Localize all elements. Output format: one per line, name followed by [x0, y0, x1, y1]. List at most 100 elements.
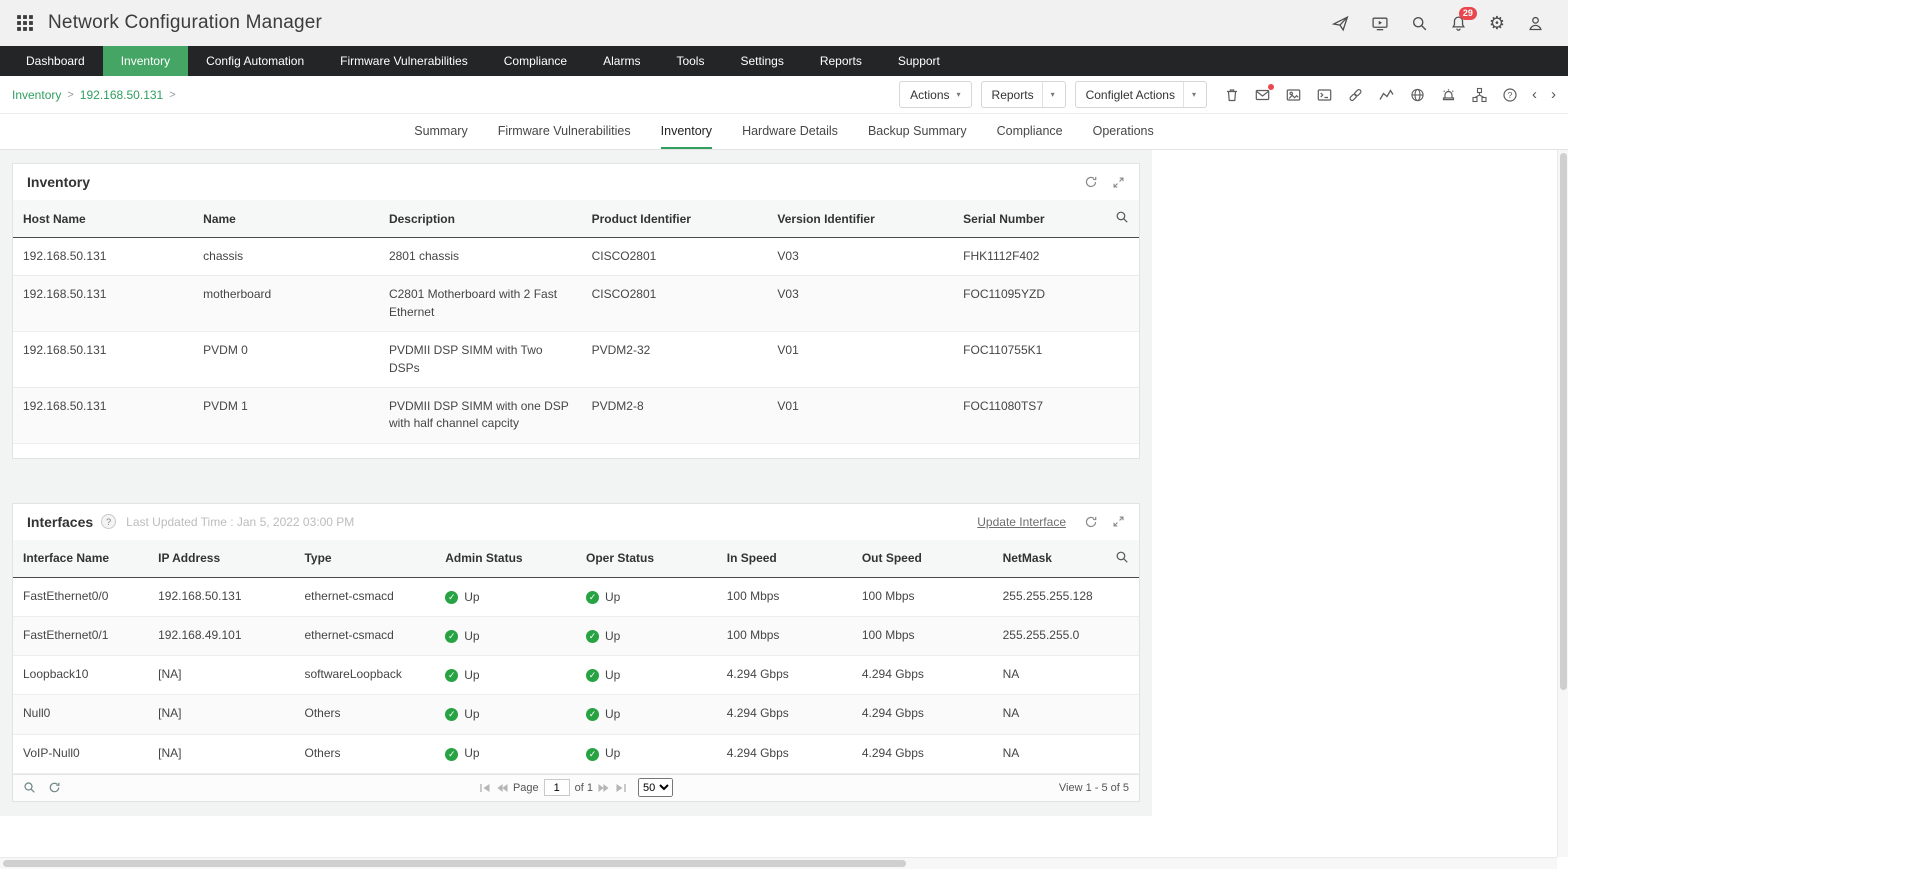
table-row[interactable]: 192.168.50.131 PVDM 1 PVDMII DSP SIMM wi… — [13, 387, 1139, 443]
admin-status-badge: ✓Up — [445, 667, 479, 684]
col-out-speed[interactable]: Out Speed — [852, 540, 993, 578]
table-row[interactable]: FastEthernet0/0 192.168.50.131 ethernet-… — [13, 577, 1139, 616]
configlet-actions-dropdown-button[interactable]: Configlet Actions▾ — [1075, 81, 1207, 108]
subtab-firmware-vulnerabilities[interactable]: Firmware Vulnerabilities — [498, 114, 631, 149]
trash-icon[interactable] — [1224, 87, 1240, 103]
page-number-input[interactable] — [544, 779, 570, 796]
interfaces-help-icon[interactable]: ? — [101, 514, 116, 529]
app-title: Network Configuration Manager — [48, 12, 322, 34]
nav-tab-reports[interactable]: Reports — [802, 46, 880, 76]
nav-tab-support[interactable]: Support — [880, 46, 958, 76]
col-description[interactable]: Description — [379, 200, 582, 238]
table-row[interactable]: 192.168.50.131 chassis 2801 chassis CISC… — [13, 238, 1139, 276]
topology-icon[interactable] — [1471, 87, 1488, 103]
col-version-identifier[interactable]: Version Identifier — [767, 200, 953, 238]
pager-last-icon[interactable] — [615, 782, 627, 794]
nav-tab-config-automation[interactable]: Config Automation — [188, 46, 322, 76]
chevron-down-icon: ▾ — [1042, 82, 1055, 107]
table-row[interactable]: Null0 [NA] Others ✓Up ✓Up 4.294 Gbps 4.2… — [13, 695, 1139, 734]
table-search-icon[interactable] — [23, 781, 36, 794]
alert-icon[interactable] — [1440, 87, 1457, 103]
notifications-bell-icon[interactable]: 29 — [1450, 15, 1467, 32]
video-tour-icon[interactable] — [1371, 15, 1389, 32]
table-row[interactable]: 192.168.50.131 PVDM 0 PVDMII DSP SIMM wi… — [13, 332, 1139, 388]
subtab-backup-summary[interactable]: Backup Summary — [868, 114, 967, 149]
actions-dropdown-button[interactable]: Actions▾ — [899, 81, 971, 108]
link-icon[interactable] — [1347, 87, 1364, 103]
nav-tab-settings[interactable]: Settings — [722, 46, 801, 76]
col-interface-name[interactable]: Interface Name — [13, 540, 148, 578]
col-in-speed[interactable]: In Speed — [717, 540, 852, 578]
pager-prev-icon[interactable] — [496, 782, 508, 794]
help-icon[interactable]: ? — [1502, 87, 1518, 103]
col-ip-address[interactable]: IP Address — [148, 540, 294, 578]
update-interface-link[interactable]: Update Interface — [977, 515, 1066, 529]
table-row[interactable]: Loopback10 [NA] softwareLoopback ✓Up ✓Up… — [13, 656, 1139, 695]
terminal-icon[interactable] — [1316, 87, 1333, 103]
inventory-table-search-icon[interactable] — [1100, 200, 1139, 238]
subtab-summary[interactable]: Summary — [414, 114, 467, 149]
horizontal-scrollbar-thumb[interactable] — [3, 860, 906, 867]
expand-icon[interactable] — [1112, 176, 1125, 189]
subtab-compliance[interactable]: Compliance — [997, 114, 1063, 149]
mail-icon[interactable] — [1254, 87, 1271, 103]
expand-icon[interactable] — [1112, 515, 1125, 528]
col-netmask[interactable]: NetMask — [993, 540, 1100, 578]
nav-tab-tools[interactable]: Tools — [658, 46, 722, 76]
globe-icon[interactable] — [1409, 87, 1426, 103]
table-row[interactable]: FastEthernet0/1 192.168.49.101 ethernet-… — [13, 616, 1139, 655]
table-row[interactable]: 192.168.50.131 motherboard C2801 Motherb… — [13, 276, 1139, 332]
vertical-scrollbar[interactable] — [1557, 150, 1568, 857]
reports-dropdown-button[interactable]: Reports▾ — [981, 81, 1066, 108]
last-updated-text: Last Updated Time : Jan 5, 2022 03:00 PM — [126, 515, 354, 529]
breadcrumb-inventory-link[interactable]: Inventory — [12, 88, 61, 102]
inventory-header-row: Host Name Name Description Product Ident… — [13, 200, 1139, 238]
settings-gear-icon[interactable]: ⚙ — [1489, 14, 1505, 32]
breadcrumb-device-link[interactable]: 192.168.50.131 — [80, 88, 163, 102]
apps-grid-icon[interactable] — [16, 14, 34, 32]
col-serial-number[interactable]: Serial Number — [953, 200, 1099, 238]
pager-next-icon[interactable] — [598, 782, 610, 794]
vertical-scrollbar-thumb[interactable] — [1560, 153, 1567, 690]
oper-status-badge: ✓Up — [586, 589, 620, 606]
admin-status-badge: ✓Up — [445, 706, 479, 723]
refresh-icon[interactable] — [1084, 175, 1098, 189]
breadcrumb-separator: > — [67, 89, 73, 101]
chevron-right-icon[interactable]: › — [1551, 87, 1556, 102]
chart-icon[interactable] — [1378, 87, 1395, 103]
col-product-identifier[interactable]: Product Identifier — [582, 200, 768, 238]
status-up-icon: ✓ — [586, 708, 599, 721]
nav-tab-dashboard[interactable]: Dashboard — [8, 46, 103, 76]
subtab-hardware-details[interactable]: Hardware Details — [742, 114, 838, 149]
nav-tab-compliance[interactable]: Compliance — [486, 46, 585, 76]
chevron-down-icon: ▾ — [1183, 82, 1196, 107]
oper-status-badge: ✓Up — [586, 745, 620, 762]
horizontal-scrollbar[interactable] — [0, 857, 1557, 869]
col-admin-status[interactable]: Admin Status — [435, 540, 576, 578]
col-type[interactable]: Type — [294, 540, 435, 578]
subtab-inventory[interactable]: Inventory — [661, 114, 712, 149]
chevron-left-icon[interactable]: ‹ — [1532, 87, 1537, 102]
pager-first-icon[interactable] — [479, 782, 491, 794]
table-refresh-icon[interactable] — [48, 781, 61, 794]
status-up-icon: ✓ — [445, 708, 458, 721]
nav-tab-alarms[interactable]: Alarms — [585, 46, 658, 76]
paper-plane-icon[interactable] — [1332, 15, 1349, 32]
table-row[interactable]: VoIP-Null0 [NA] Others ✓Up ✓Up 4.294 Gbp… — [13, 734, 1139, 773]
col-host-name[interactable]: Host Name — [13, 200, 193, 238]
refresh-icon[interactable] — [1084, 515, 1098, 529]
nav-tab-inventory[interactable]: Inventory — [103, 46, 188, 76]
interfaces-card: Interfaces ? Last Updated Time : Jan 5, … — [12, 503, 1140, 802]
status-up-icon: ✓ — [445, 669, 458, 682]
subtab-operations[interactable]: Operations — [1093, 114, 1154, 149]
interfaces-table-search-icon[interactable] — [1100, 540, 1139, 578]
interfaces-card-header: Interfaces ? Last Updated Time : Jan 5, … — [13, 504, 1139, 540]
media-icon[interactable] — [1285, 87, 1302, 103]
user-avatar-icon[interactable] — [1527, 15, 1544, 32]
col-oper-status[interactable]: Oper Status — [576, 540, 717, 578]
nav-tab-firmware-vulnerabilities[interactable]: Firmware Vulnerabilities — [322, 46, 486, 76]
search-icon[interactable] — [1411, 15, 1428, 32]
col-name[interactable]: Name — [193, 200, 379, 238]
page-size-select[interactable]: 50 — [638, 778, 673, 797]
pager-page-label: Page — [513, 782, 539, 794]
